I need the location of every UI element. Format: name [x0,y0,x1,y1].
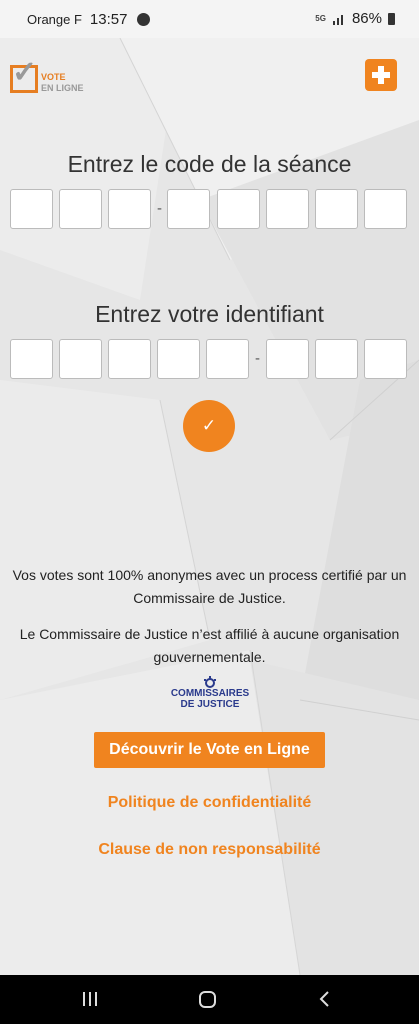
clock: 13:57 [89,11,128,28]
anonymity-text: Vos votes sont 100% anonymes avec un pro… [12,567,407,606]
identifier-box-6[interactable] [266,339,309,379]
session-code-box-5[interactable] [217,189,260,229]
emblem-icon [204,676,216,688]
identifier-box-1[interactable] [10,339,53,379]
session-code-box-3[interactable] [108,189,151,229]
identifier-box-8[interactable] [364,339,407,379]
notification-icon [137,13,151,26]
session-code-box-6[interactable] [266,189,309,229]
discover-button[interactable]: Découvrir le Vote en Ligne [94,732,325,768]
signal-icon [332,14,343,25]
session-code-box-1[interactable] [10,189,53,229]
navigation-bar [0,975,419,1024]
status-right: 5G 86% [315,10,395,27]
session-code-box-2[interactable] [59,189,102,229]
battery-icon [388,12,395,25]
battery-level: 86% [351,10,382,27]
session-code-title: Entrez le code de la séance [67,151,352,177]
identifier-box-3[interactable] [108,339,151,379]
status-bar: Orange F 13:57 5G 86% [0,0,419,38]
disclaimer-link[interactable]: Clause de non responsabilité [0,841,419,859]
identifier-box-7[interactable] [315,339,358,379]
privacy-policy-link[interactable]: Politique de confidentialité [0,794,419,812]
logo-line-vote: VOTE [41,72,66,82]
logo-line-ligne: EN LIGNE [41,83,84,93]
vote-en-ligne-logo[interactable]: ✓ VOTE EN LIGNE [10,58,86,98]
submit-button[interactable]: ✓ [183,400,235,452]
cj-line-1: COMMISSAIRES [170,688,250,699]
cj-line-2: DE JUSTICE [180,699,240,710]
plus-button[interactable] [365,59,397,91]
session-code-separator: - [157,200,162,217]
commissaires-de-justice-logo: COMMISSAIRES DE JUSTICE [160,676,260,714]
identifier-title: Entrez votre identifiant [95,301,324,327]
session-code-box-4[interactable] [167,189,210,229]
carrier-label: Orange F [27,12,82,27]
back-icon[interactable] [318,990,332,1008]
session-code-box-7[interactable] [315,189,358,229]
identifier-box-2[interactable] [59,339,102,379]
identifier-box-4[interactable] [157,339,200,379]
logo-text: VOTE EN LIGNE [41,72,84,94]
identifier-box-5[interactable] [206,339,249,379]
status-left: Orange F 13:57 [27,11,151,28]
identifier-separator: - [255,350,260,367]
recent-apps-icon[interactable] [83,992,99,1006]
home-icon[interactable] [199,991,216,1008]
check-icon: ✓ [12,56,38,89]
independence-text: Le Commissaire de Justice n’est affilié … [19,626,400,665]
network-type: 5G [315,13,326,23]
session-code-box-8[interactable] [364,189,407,229]
